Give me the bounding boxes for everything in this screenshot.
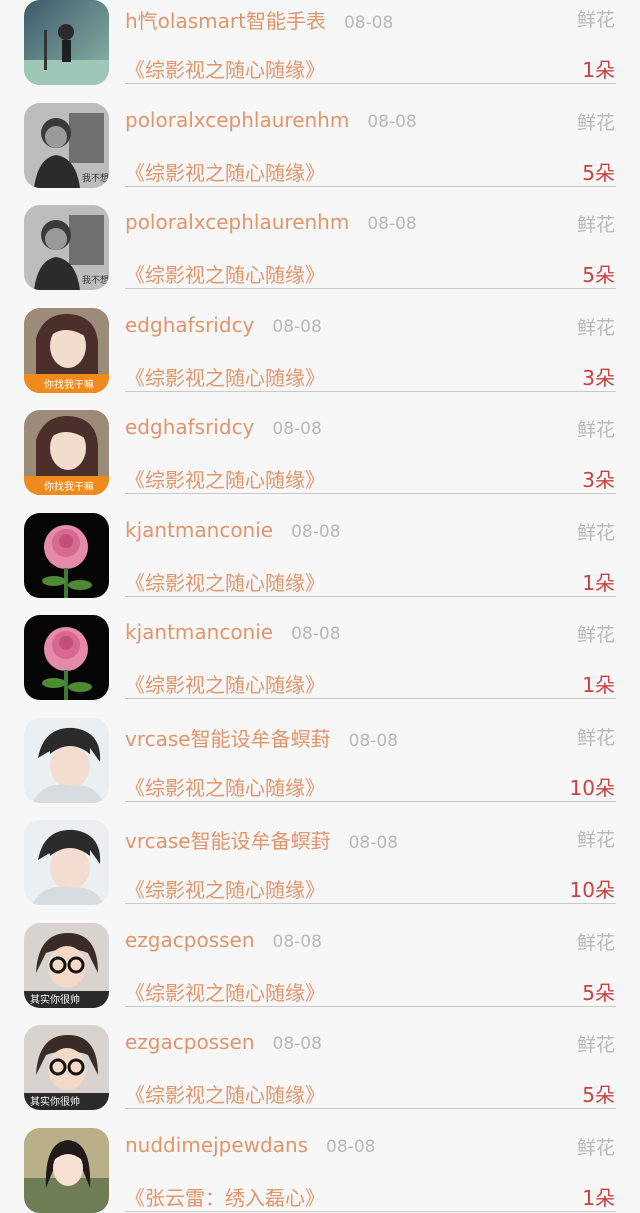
sender-name[interactable]: edghafsridcy bbox=[125, 415, 254, 439]
gift-type: 鲜花 bbox=[576, 1136, 615, 1159]
work-title[interactable]: 《综影视之随心随缘》 bbox=[125, 259, 325, 288]
gift-record-row[interactable]: vrcase智能设牟备螟葑 08-08 鲜花 《综影视之随心随缘》 10朵 bbox=[0, 802, 640, 905]
record-date: 08-08 bbox=[272, 419, 322, 439]
gift-record-row[interactable]: h忾olasmart智能手表 08-08 鲜花 《综影视之随心随缘》 1朵 bbox=[0, 0, 640, 85]
gift-type: 鲜花 bbox=[576, 521, 615, 544]
gift-count: 3朵 bbox=[582, 365, 615, 390]
work-title[interactable]: 《张云雷：绣入磊心》 bbox=[125, 1182, 325, 1211]
sender-name[interactable]: edghafsridcy bbox=[125, 313, 254, 337]
gift-type: 鲜花 bbox=[576, 829, 615, 851]
work-title[interactable]: 《综影视之随心随缘》 bbox=[125, 874, 325, 903]
record-date: 08-08 bbox=[348, 833, 399, 853]
record-date: 08-08 bbox=[326, 1136, 376, 1157]
gift-record-row[interactable]: nuddimejpewdans 08-08 鲜花 《张云雷：绣入磊心》 1朵 bbox=[0, 1110, 640, 1213]
svg-text:你找我干嘛: 你找我干嘛 bbox=[44, 480, 94, 493]
sender-name[interactable]: kjantmanconie bbox=[125, 518, 273, 542]
gift-record-row[interactable]: kjantmanconie 08-08 鲜花 《综影视之随心随缘》 1朵 bbox=[0, 495, 640, 598]
gift-type: 鲜花 bbox=[576, 111, 615, 134]
record-date: 08-08 bbox=[291, 624, 341, 644]
gift-type: 鲜花 bbox=[576, 9, 615, 31]
gift-type: 鲜花 bbox=[576, 419, 615, 441]
gift-count: 10朵 bbox=[569, 878, 615, 902]
svg-text:其实你很帅: 其实你很帅 bbox=[30, 1095, 80, 1108]
gift-count: 1朵 bbox=[582, 673, 615, 697]
sender-name[interactable]: h忾olasmart智能手表 bbox=[125, 9, 326, 33]
work-title[interactable]: 《综影视之随心随缘》 bbox=[125, 977, 325, 1006]
gift-count: 1朵 bbox=[582, 1185, 615, 1210]
gift-record-row[interactable]: 我不想念 poloralxcephlaurenhm 08-08 鲜花 《综影视之随… bbox=[0, 85, 640, 188]
gift-count: 5朵 bbox=[582, 263, 615, 287]
sender-name[interactable]: poloralxcephlaurenhm bbox=[125, 210, 349, 234]
record-date: 08-08 bbox=[272, 1034, 322, 1054]
sender-name[interactable]: vrcase智能设牟备螟葑 bbox=[125, 727, 331, 751]
work-title[interactable]: 《综影视之随心随缘》 bbox=[125, 567, 325, 596]
svg-text:我不想念: 我不想念 bbox=[82, 172, 109, 184]
sender-name[interactable]: poloralxcephlaurenhm bbox=[125, 108, 349, 132]
gift-type: 鲜花 bbox=[576, 931, 615, 954]
record-date: 08-08 bbox=[348, 730, 399, 751]
work-title[interactable]: 《综影视之随心随缘》 bbox=[125, 157, 325, 186]
girl-dark-scene-icon[interactable] bbox=[24, 0, 109, 85]
gift-record-row[interactable]: 我不想念 poloralxcephlaurenhm 08-08 鲜花 《综影视之随… bbox=[0, 187, 640, 290]
gift-type: 鲜花 bbox=[576, 316, 615, 339]
gift-record-row[interactable]: 其实你很帅 ezgacpossen 08-08 鲜花 《综影视之随心随缘》 5朵 bbox=[0, 1007, 640, 1110]
gift-count: 5朵 bbox=[582, 160, 615, 185]
work-title[interactable]: 《综影视之随心随缘》 bbox=[125, 54, 325, 83]
work-title[interactable]: 《综影视之随心随缘》 bbox=[125, 772, 325, 801]
gift-count: 3朵 bbox=[582, 468, 615, 492]
sender-name[interactable]: vrcase智能设牟备螟葑 bbox=[125, 829, 331, 853]
gift-record-row[interactable]: 其实你很帅 ezgacpossen 08-08 鲜花 《综影视之随心随缘》 5朵 bbox=[0, 905, 640, 1008]
glasses-avatar-icon[interactable]: 其实你很帅 bbox=[24, 922, 109, 1008]
svg-text:其实你很帅: 其实你很帅 bbox=[30, 993, 80, 1006]
gift-count: 1朵 bbox=[582, 570, 615, 595]
gift-type: 鲜花 bbox=[576, 726, 615, 749]
boy-selfie-icon[interactable] bbox=[24, 820, 109, 905]
gift-count: 5朵 bbox=[582, 980, 615, 1005]
gift-count: 10朵 bbox=[569, 775, 615, 800]
girl-long-hair-icon[interactable]: 你找我干嘛 bbox=[24, 410, 109, 495]
gift-count: 1朵 bbox=[582, 58, 615, 82]
gift-record-row[interactable]: kjantmanconie 08-08 鲜花 《综影视之随心随缘》 1朵 bbox=[0, 597, 640, 700]
work-title[interactable]: 《综影视之随心随缘》 bbox=[125, 669, 325, 698]
row-divider bbox=[125, 1210, 616, 1212]
record-date: 08-08 bbox=[343, 13, 394, 33]
girl-bw-photo-icon[interactable]: 我不想念 bbox=[24, 102, 109, 188]
record-date: 08-08 bbox=[272, 931, 322, 952]
record-date: 08-08 bbox=[291, 521, 341, 542]
record-date: 08-08 bbox=[367, 111, 417, 132]
gift-record-row[interactable]: 你找我干嘛 edghafsridcy 08-08 鲜花 《综影视之随心随缘》 3朵 bbox=[0, 392, 640, 495]
gift-type: 鲜花 bbox=[576, 1034, 615, 1056]
gift-count: 5朵 bbox=[582, 1083, 615, 1107]
svg-text:你找我干嘛: 你找我干嘛 bbox=[44, 378, 94, 391]
pink-rose-icon[interactable] bbox=[24, 512, 109, 598]
sender-name[interactable]: ezgacpossen bbox=[125, 1030, 255, 1054]
work-title[interactable]: 《综影视之随心随缘》 bbox=[125, 362, 325, 391]
girl-bw-photo-icon[interactable]: 我不想念 bbox=[24, 205, 109, 290]
gift-type: 鲜花 bbox=[576, 214, 615, 236]
gift-record-row[interactable]: vrcase智能设牟备螟葑 08-08 鲜花 《综影视之随心随缘》 10朵 bbox=[0, 700, 640, 803]
record-date: 08-08 bbox=[367, 214, 417, 234]
gift-type: 鲜花 bbox=[576, 624, 615, 646]
gift-record-row[interactable]: 你找我干嘛 edghafsridcy 08-08 鲜花 《综影视之随心随缘》 3朵 bbox=[0, 290, 640, 393]
svg-text:我不想念: 我不想念 bbox=[82, 274, 109, 286]
anime-girl-icon[interactable] bbox=[24, 1127, 109, 1213]
work-title[interactable]: 《综影视之随心随缘》 bbox=[125, 464, 325, 493]
glasses-avatar-icon[interactable]: 其实你很帅 bbox=[24, 1025, 109, 1110]
gift-record-list: h忾olasmart智能手表 08-08 鲜花 《综影视之随心随缘》 1朵 我不想… bbox=[0, 0, 640, 1213]
record-date: 08-08 bbox=[272, 316, 322, 337]
work-title[interactable]: 《综影视之随心随缘》 bbox=[125, 1079, 325, 1108]
girl-long-hair-icon[interactable]: 你找我干嘛 bbox=[24, 307, 109, 393]
sender-name[interactable]: nuddimejpewdans bbox=[125, 1133, 308, 1157]
sender-name[interactable]: kjantmanconie bbox=[125, 620, 273, 644]
pink-rose-icon[interactable] bbox=[24, 615, 109, 700]
sender-name[interactable]: ezgacpossen bbox=[125, 928, 255, 952]
boy-selfie-icon[interactable] bbox=[24, 717, 109, 803]
